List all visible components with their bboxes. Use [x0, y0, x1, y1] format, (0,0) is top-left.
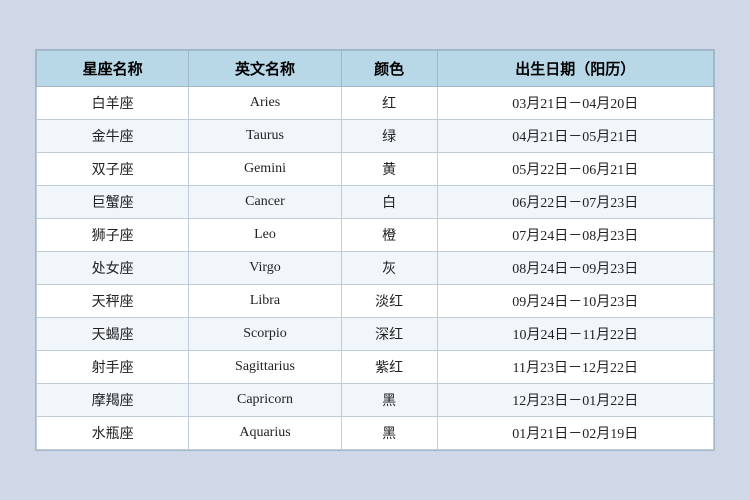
cell-dates: 07月24日－08月23日 [437, 219, 713, 252]
cell-english: Cancer [189, 186, 341, 219]
cell-english: Aries [189, 87, 341, 120]
cell-chinese: 水瓶座 [37, 417, 189, 450]
cell-color: 黄 [341, 153, 437, 186]
cell-chinese: 白羊座 [37, 87, 189, 120]
col-header-color: 颜色 [341, 51, 437, 87]
table-row: 巨蟹座Cancer白06月22日－07月23日 [37, 186, 714, 219]
cell-chinese: 狮子座 [37, 219, 189, 252]
cell-english: Sagittarius [189, 351, 341, 384]
zodiac-table: 星座名称 英文名称 颜色 出生日期（阳历） 白羊座Aries红03月21日－04… [36, 50, 714, 450]
table-row: 天蝎座Scorpio深红10月24日－11月22日 [37, 318, 714, 351]
cell-color: 深红 [341, 318, 437, 351]
zodiac-table-wrapper: 星座名称 英文名称 颜色 出生日期（阳历） 白羊座Aries红03月21日－04… [35, 49, 715, 451]
cell-chinese: 巨蟹座 [37, 186, 189, 219]
col-header-dates: 出生日期（阳历） [437, 51, 713, 87]
cell-dates: 12月23日－01月22日 [437, 384, 713, 417]
cell-color: 橙 [341, 219, 437, 252]
col-header-english: 英文名称 [189, 51, 341, 87]
table-header-row: 星座名称 英文名称 颜色 出生日期（阳历） [37, 51, 714, 87]
table-row: 处女座Virgo灰08月24日－09月23日 [37, 252, 714, 285]
cell-chinese: 金牛座 [37, 120, 189, 153]
cell-dates: 01月21日－02月19日 [437, 417, 713, 450]
table-row: 金牛座Taurus绿04月21日－05月21日 [37, 120, 714, 153]
cell-dates: 06月22日－07月23日 [437, 186, 713, 219]
cell-english: Taurus [189, 120, 341, 153]
table-row: 天秤座Libra淡红09月24日－10月23日 [37, 285, 714, 318]
cell-dates: 05月22日－06月21日 [437, 153, 713, 186]
table-row: 白羊座Aries红03月21日－04月20日 [37, 87, 714, 120]
table-row: 射手座Sagittarius紫红11月23日－12月22日 [37, 351, 714, 384]
table-row: 狮子座Leo橙07月24日－08月23日 [37, 219, 714, 252]
table-row: 双子座Gemini黄05月22日－06月21日 [37, 153, 714, 186]
cell-dates: 10月24日－11月22日 [437, 318, 713, 351]
cell-color: 绿 [341, 120, 437, 153]
cell-english: Leo [189, 219, 341, 252]
cell-english: Gemini [189, 153, 341, 186]
col-header-chinese: 星座名称 [37, 51, 189, 87]
cell-chinese: 天蝎座 [37, 318, 189, 351]
cell-chinese: 双子座 [37, 153, 189, 186]
cell-english: Scorpio [189, 318, 341, 351]
cell-english: Capricorn [189, 384, 341, 417]
cell-color: 灰 [341, 252, 437, 285]
cell-color: 紫红 [341, 351, 437, 384]
cell-chinese: 处女座 [37, 252, 189, 285]
cell-english: Libra [189, 285, 341, 318]
cell-color: 白 [341, 186, 437, 219]
cell-color: 黑 [341, 417, 437, 450]
cell-dates: 08月24日－09月23日 [437, 252, 713, 285]
table-row: 摩羯座Capricorn黑12月23日－01月22日 [37, 384, 714, 417]
cell-chinese: 射手座 [37, 351, 189, 384]
cell-color: 黑 [341, 384, 437, 417]
cell-color: 淡红 [341, 285, 437, 318]
cell-dates: 11月23日－12月22日 [437, 351, 713, 384]
cell-dates: 03月21日－04月20日 [437, 87, 713, 120]
cell-chinese: 摩羯座 [37, 384, 189, 417]
table-row: 水瓶座Aquarius黑01月21日－02月19日 [37, 417, 714, 450]
cell-dates: 04月21日－05月21日 [437, 120, 713, 153]
cell-chinese: 天秤座 [37, 285, 189, 318]
cell-english: Virgo [189, 252, 341, 285]
cell-english: Aquarius [189, 417, 341, 450]
cell-color: 红 [341, 87, 437, 120]
cell-dates: 09月24日－10月23日 [437, 285, 713, 318]
